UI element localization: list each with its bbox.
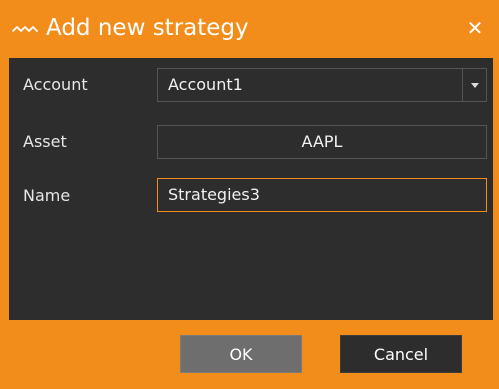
name-input[interactable]: Strategies3 [157,178,487,212]
asset-value: AAPL [301,132,343,151]
chevron-down-icon[interactable] [462,69,486,101]
asset-field[interactable]: AAPL [157,125,487,159]
form-panel: Account Account1 Asset AAPL Name Strateg… [9,58,493,320]
account-label: Account [23,75,88,94]
cancel-button[interactable]: Cancel [340,335,462,373]
dialog-title: Add new strategy [46,15,249,41]
wave-icon [12,26,38,32]
dialog-footer: OK Cancel [0,320,499,389]
close-icon: ✕ [466,16,484,40]
account-select-value: Account1 [168,75,243,94]
name-input-value: Strategies3 [168,185,260,204]
title-bar: Add new strategy ✕ [0,0,499,58]
account-select[interactable]: Account1 [157,68,487,102]
asset-label: Asset [23,132,67,151]
close-button[interactable]: ✕ [461,14,489,42]
ok-button[interactable]: OK [180,335,302,373]
name-label: Name [23,186,71,205]
add-strategy-dialog: Add new strategy ✕ Account Account1 Asse… [0,0,499,389]
